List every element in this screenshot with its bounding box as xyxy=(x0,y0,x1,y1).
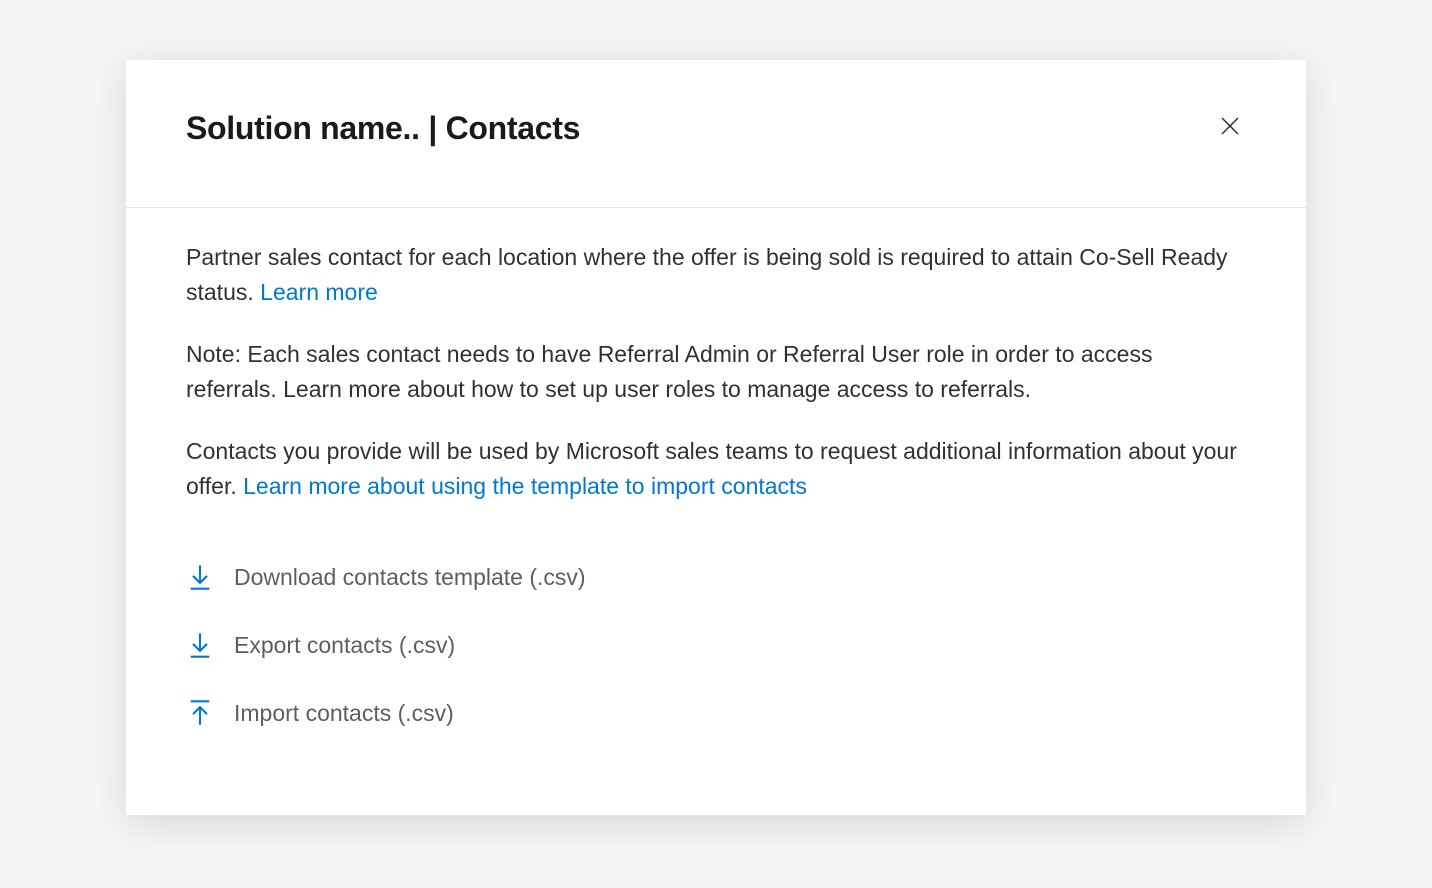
panel-body: Partner sales contact for each location … xyxy=(126,208,1306,815)
close-icon xyxy=(1218,114,1242,138)
download-icon xyxy=(186,631,214,659)
export-contacts-label: Export contacts (.csv) xyxy=(234,632,455,659)
download-icon xyxy=(186,563,214,591)
import-contacts-action[interactable]: Import contacts (.csv) xyxy=(186,687,1246,739)
paragraph-microsoft-sales: Contacts you provide will be used by Mic… xyxy=(186,434,1246,503)
learn-more-template-link[interactable]: Learn more about using the template to i… xyxy=(243,473,807,499)
panel-title: Solution name.. | Contacts xyxy=(186,110,580,147)
download-template-label: Download contacts template (.csv) xyxy=(234,564,586,591)
upload-icon xyxy=(186,699,214,727)
import-contacts-label: Import contacts (.csv) xyxy=(234,700,454,727)
learn-more-cosell-link[interactable]: Learn more xyxy=(260,279,378,305)
panel-header: Solution name.. | Contacts xyxy=(126,60,1306,208)
contacts-panel: Solution name.. | Contacts Partner sales… xyxy=(126,60,1306,815)
paragraph-referral-note: Note: Each sales contact needs to have R… xyxy=(186,337,1246,406)
close-button[interactable] xyxy=(1214,110,1246,142)
export-contacts-action[interactable]: Export contacts (.csv) xyxy=(186,619,1246,671)
download-template-action[interactable]: Download contacts template (.csv) xyxy=(186,551,1246,603)
paragraph-cosell: Partner sales contact for each location … xyxy=(186,240,1246,309)
actions-list: Download contacts template (.csv) Export… xyxy=(186,551,1246,739)
